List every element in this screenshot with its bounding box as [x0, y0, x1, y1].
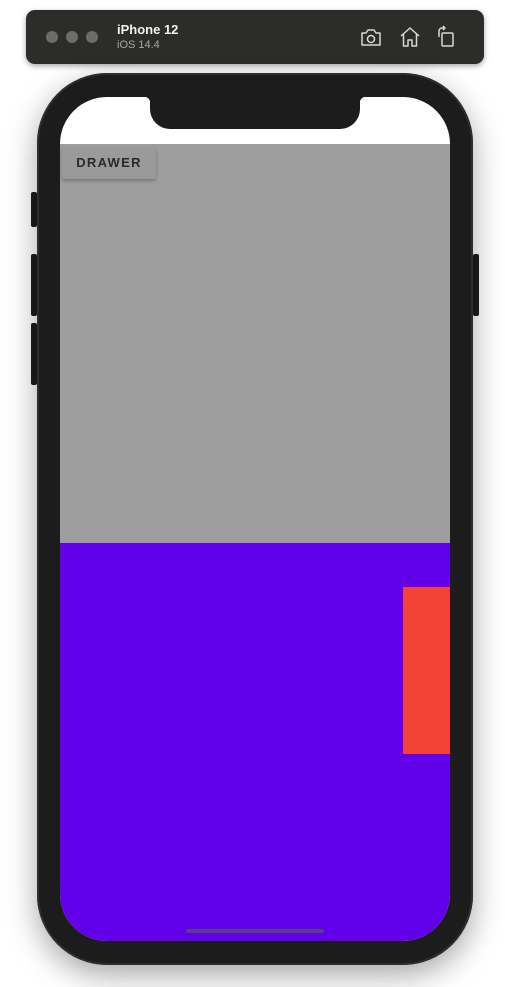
simulator-titlebar: iPhone 12 iOS 14.4 [26, 10, 484, 64]
home-indicator[interactable] [186, 929, 324, 933]
drawer-panel[interactable] [403, 587, 450, 754]
zoom-window-button[interactable] [86, 31, 98, 43]
simulator-window: iPhone 12 iOS 14.4 DRAWER [0, 0, 505, 987]
home-button[interactable] [398, 25, 422, 49]
rotate-button[interactable] [434, 25, 458, 49]
phone-screen: DRAWER [60, 97, 450, 941]
home-icon [400, 27, 420, 47]
minimize-window-button[interactable] [66, 31, 78, 43]
device-name: iPhone 12 [117, 22, 179, 37]
top-content-area: DRAWER [60, 144, 450, 543]
device-os-version: iOS 14.4 [117, 39, 160, 51]
notch [144, 97, 366, 129]
screenshot-button[interactable] [359, 25, 383, 49]
bottom-content-area [60, 543, 450, 941]
rotate-icon [438, 25, 454, 47]
screenshot-icon [361, 29, 381, 46]
drawer-button[interactable]: DRAWER [62, 146, 156, 179]
close-window-button[interactable] [46, 31, 58, 43]
power-button [473, 254, 479, 316]
